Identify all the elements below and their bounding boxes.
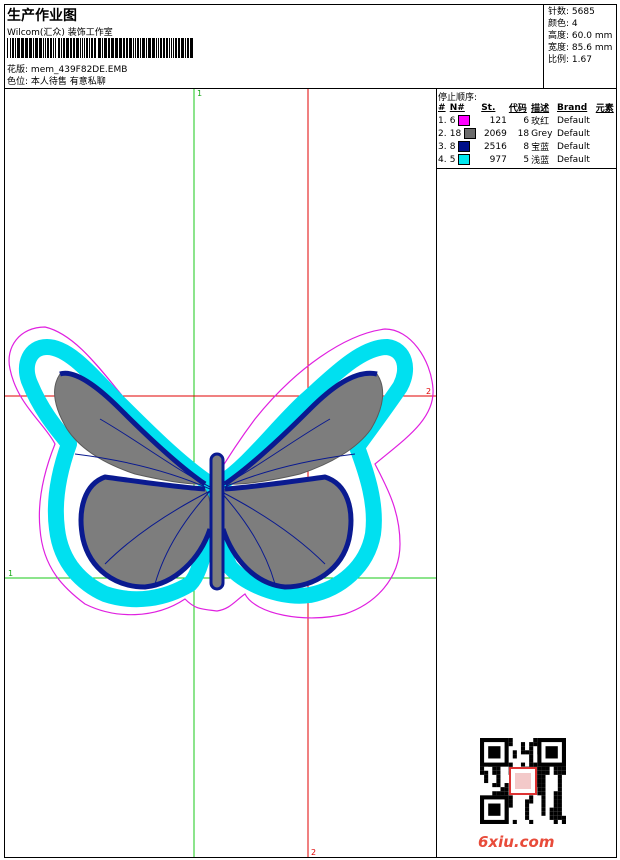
color-swatch xyxy=(458,154,471,165)
page-subtitle: Wilcom(汇众) 装饰工作室 xyxy=(7,28,113,38)
color-position-line: 色位: 本人待售 有意私聊 xyxy=(7,74,106,87)
embroidery-canvas xyxy=(5,89,436,857)
red-axis-label-bottom: 2 xyxy=(311,848,317,857)
color-swatch xyxy=(458,115,471,126)
color-label: 色位: xyxy=(7,77,29,87)
butterfly-embroidery xyxy=(8,326,434,619)
spec-height: 高度: 60.0 mm xyxy=(548,31,613,41)
color-table: # N# St. 代码 描述 Brand 元素 1. 6 121 6 玫红 De… xyxy=(437,101,617,167)
color-value: 本人待售 有意私聊 xyxy=(30,77,106,87)
watermark: 6xiu.com xyxy=(478,833,555,851)
green-axis-label-top: 1 xyxy=(197,89,203,98)
barcode xyxy=(7,38,193,58)
color-swatch xyxy=(458,141,471,152)
spec-list: 针数: 5685 颜色: 4 高度: 60.0 mm 宽度: 85.6 mm 比… xyxy=(548,6,612,66)
green-axis-label-left: 1 xyxy=(8,569,14,578)
spec-stitches: 针数: 5685 xyxy=(548,7,595,17)
table-row: 1. 6 121 6 玫红 Default xyxy=(438,115,590,127)
color-swatch xyxy=(464,128,477,139)
header-divider xyxy=(543,4,544,88)
table-row: 2. 18 2069 18 Grey Default xyxy=(438,128,590,139)
spec-scale: 比例: 1.67 xyxy=(548,55,592,65)
table-header: # N# St. 代码 描述 Brand 元素 xyxy=(438,102,614,115)
spec-width: 宽度: 85.6 mm xyxy=(548,43,613,53)
table-row: 4. 5 977 5 浅蓝 Default xyxy=(438,154,590,166)
table-bottom-rule xyxy=(436,168,617,169)
canvas-divider xyxy=(436,88,437,858)
butterfly-body xyxy=(209,452,225,591)
qr-code xyxy=(480,738,566,824)
spec-colors: 颜色: 4 xyxy=(548,19,578,29)
page-title: 生产作业图 xyxy=(7,8,77,24)
table-row: 3. 8 2516 8 宝蓝 Default xyxy=(438,141,590,153)
red-axis-label-right: 2 xyxy=(426,387,432,396)
